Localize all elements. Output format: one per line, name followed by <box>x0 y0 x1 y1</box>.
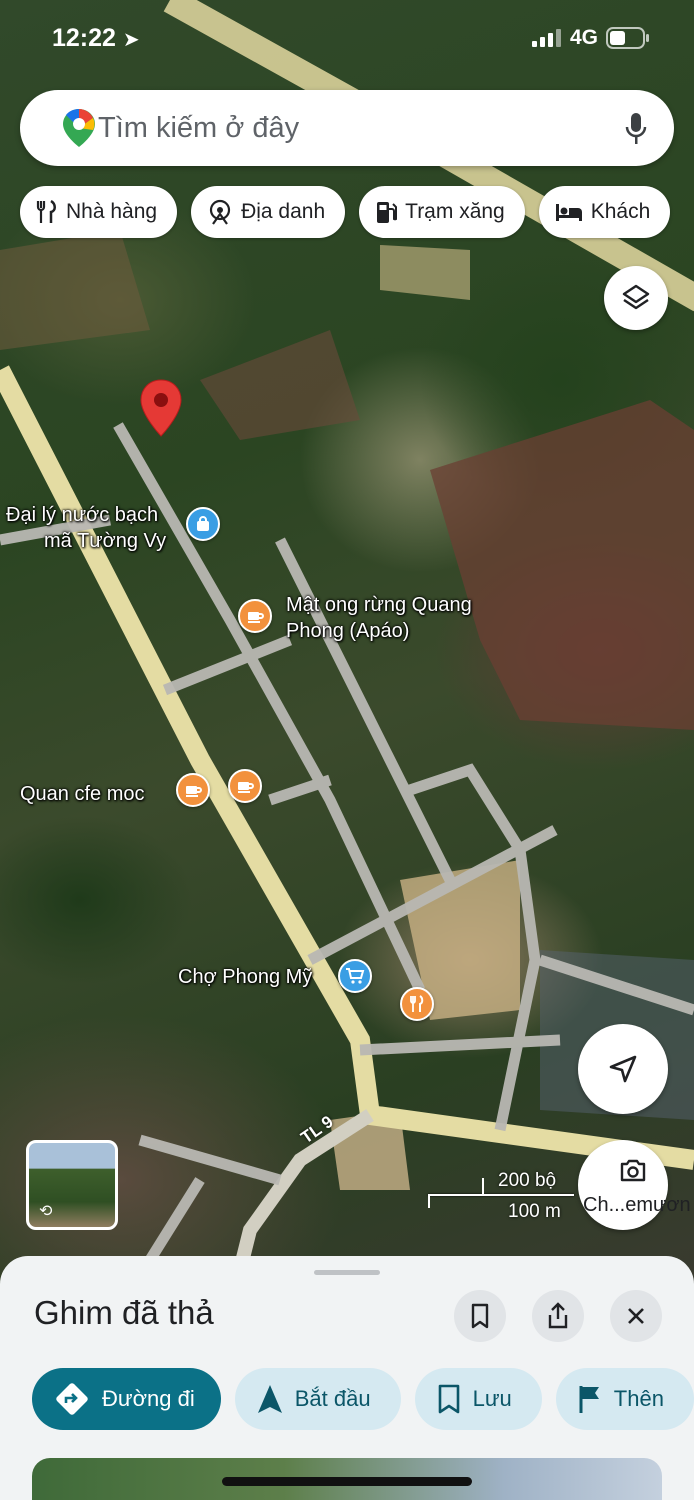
start-label: Bắt đầu <box>294 1386 371 1411</box>
microphone-icon[interactable] <box>624 112 648 146</box>
status-time: 12:22 ➤ <box>52 24 140 53</box>
google-maps-logo-icon <box>63 109 95 147</box>
chip-hotels-label: Khách <box>590 200 651 223</box>
poi-market[interactable] <box>338 959 372 993</box>
dropped-pin-icon[interactable] <box>138 378 184 440</box>
layers-icon <box>622 284 650 310</box>
scale-imperial: 200 bộ <box>498 1170 557 1191</box>
more-label: Thên <box>613 1386 664 1411</box>
bookmark-icon <box>438 1384 459 1414</box>
save-label: Lưu <box>472 1386 512 1411</box>
flag-icon <box>579 1386 599 1413</box>
chip-gas-stations-label: Trạm xăng <box>405 200 505 223</box>
location-arrow-icon: ➤ <box>122 29 140 51</box>
poi-honey-shop-label-line2: Phong (Apáo) <box>286 620 410 642</box>
poi-cafe[interactable] <box>176 773 210 807</box>
navigation-arrow-icon <box>609 1055 637 1083</box>
gas-station-icon <box>377 202 398 223</box>
coffee-icon <box>238 599 272 633</box>
fork-knife-icon <box>36 200 56 223</box>
poi-water-shop[interactable] <box>186 507 220 541</box>
more-button[interactable]: Thên <box>555 1368 694 1430</box>
save-icon-button[interactable] <box>454 1290 506 1342</box>
search-placeholder: Tìm kiếm ở đây <box>98 111 300 144</box>
rotate-360-icon: ⟲ <box>39 1203 53 1220</box>
shopping-bag-icon <box>186 507 220 541</box>
chip-hotels[interactable]: Khách <box>538 186 671 238</box>
sheet-title: Ghim đã thả <box>34 1294 214 1331</box>
chip-landmarks[interactable]: Địa danh <box>191 186 346 238</box>
my-location-button[interactable] <box>578 1024 668 1114</box>
close-button[interactable] <box>610 1290 662 1342</box>
status-indicators: 4G <box>531 26 650 50</box>
camera-lens-icon <box>620 1159 646 1182</box>
poi-water-shop-label: Đại lý nước bạch mã Tường Vy <box>6 502 166 554</box>
directions-button[interactable]: Đường đi <box>32 1368 221 1430</box>
save-button[interactable]: Lưu <box>414 1368 542 1430</box>
category-chips: Nhà hàng Địa danh Trạm xăng Khách <box>20 186 671 238</box>
coffee-icon <box>228 769 262 803</box>
close-icon <box>628 1308 644 1324</box>
shopping-cart-icon <box>338 959 372 993</box>
fork-knife-icon <box>400 987 434 1021</box>
battery-icon <box>606 27 649 49</box>
coffee-icon <box>176 773 210 807</box>
street-view-thumbnail[interactable]: ⟲ <box>26 1140 118 1230</box>
navigation-start-icon <box>257 1385 282 1413</box>
chip-restaurants[interactable]: Nhà hàng <box>20 186 178 238</box>
poi-honey-shop-label: Mật ong rừng Quang Phong (Apáo) <box>286 592 472 644</box>
poi-cafe-label: Quan cfe moc <box>20 783 145 805</box>
lens-label: Ch...emươn <box>583 1194 691 1216</box>
bed-icon <box>555 204 582 221</box>
chip-gas-stations[interactable]: Trạm xăng <box>359 186 525 238</box>
poi-honey-shop-label-line1: Mật ong rừng Quang <box>286 594 472 616</box>
chip-restaurants-label: Nhà hàng <box>66 200 158 223</box>
sheet-drag-handle[interactable] <box>314 1270 380 1275</box>
share-icon <box>548 1302 568 1329</box>
poi-cafe-2[interactable] <box>228 769 262 803</box>
poi-water-shop-label-line2: mã Tường Vy <box>44 530 167 552</box>
landmark-icon <box>209 199 231 225</box>
map-scale: 200 bộ 100 m <box>426 1168 576 1224</box>
poi-water-shop-label-line1: Đại lý nước bạch <box>6 504 159 526</box>
start-button[interactable]: Bắt đầu <box>234 1368 401 1430</box>
sheet-actions: Đường đi Bắt đầu Lưu Thên <box>32 1368 694 1430</box>
search-bar[interactable]: Tìm kiếm ở đây <box>20 90 674 166</box>
poi-restaurant[interactable] <box>400 987 434 1021</box>
poi-honey-shop[interactable] <box>238 599 272 633</box>
chip-landmarks-label: Địa danh <box>241 200 326 223</box>
status-time-text: 12:22 <box>52 24 116 52</box>
directions-icon <box>56 1383 88 1415</box>
poi-market-label: Chợ Phong Mỹ <box>178 966 313 988</box>
share-button[interactable] <box>532 1290 584 1342</box>
network-type: 4G <box>569 26 598 49</box>
signal-icon <box>531 29 561 47</box>
home-indicator[interactable] <box>222 1477 472 1486</box>
layers-button[interactable] <box>604 266 668 330</box>
directions-label: Đường đi <box>102 1386 195 1411</box>
dropped-pin-sheet[interactable]: Ghim đã thả Đường đi Bắt đầu Lưu Thên <box>0 1256 694 1500</box>
bookmark-icon <box>471 1303 489 1329</box>
scale-metric: 100 m <box>508 1201 561 1222</box>
